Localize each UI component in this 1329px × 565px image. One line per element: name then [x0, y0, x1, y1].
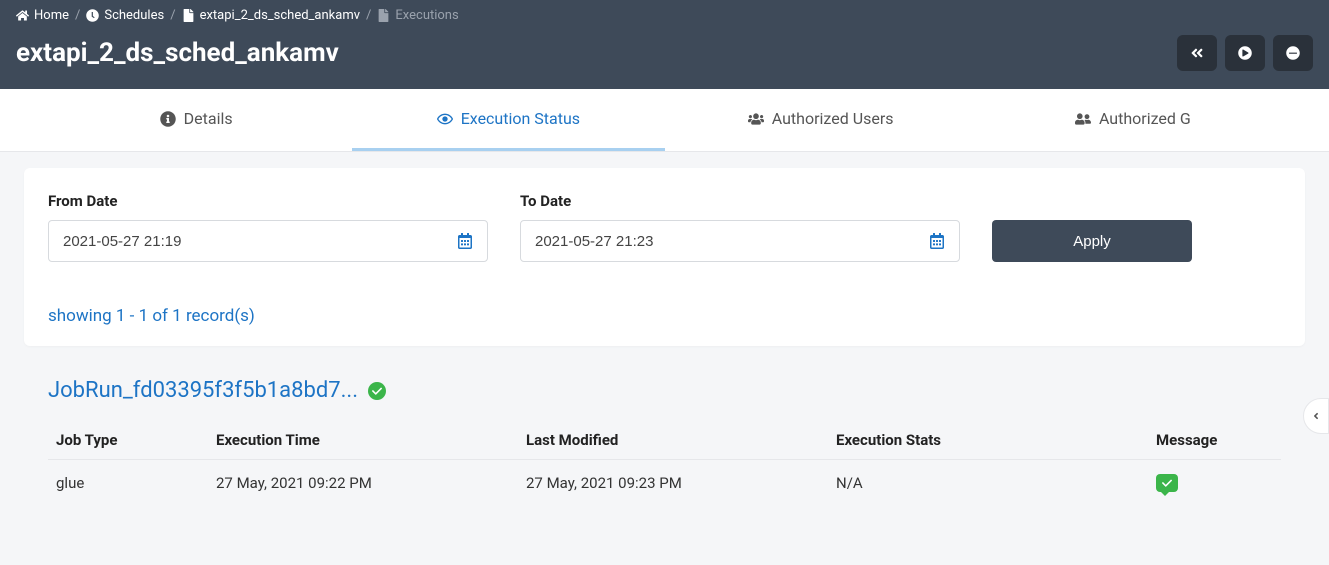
info-icon	[160, 111, 176, 127]
remove-button[interactable]	[1273, 35, 1313, 71]
table-row: glue 27 May, 2021 09:22 PM 27 May, 2021 …	[48, 460, 1281, 507]
breadcrumb-home-label: Home	[34, 8, 69, 23]
play-circle-icon	[1238, 46, 1252, 60]
to-date-input-group[interactable]	[520, 220, 960, 262]
breadcrumb-executions: Executions	[377, 8, 458, 23]
eye-icon	[437, 111, 453, 127]
job-table: Job Type Execution Time Last Modified Ex…	[48, 421, 1281, 506]
file-icon	[182, 9, 195, 22]
from-date-input[interactable]	[63, 233, 457, 250]
users-icon	[748, 111, 764, 127]
play-button[interactable]	[1225, 35, 1265, 71]
tab-authorized-groups-label: Authorized G	[1099, 109, 1191, 128]
side-toggle[interactable]	[1303, 398, 1329, 434]
calendar-icon[interactable]	[457, 233, 473, 249]
tab-authorized-groups[interactable]: Authorized G	[977, 89, 1289, 151]
from-date-input-group[interactable]	[48, 220, 488, 262]
home-icon	[16, 9, 29, 22]
filter-panel: From Date To Date Apply showing 1 - 1 of…	[24, 168, 1305, 346]
clock-icon	[86, 9, 99, 22]
tab-execution-status-label: Execution Status	[461, 109, 580, 128]
job-run-panel: JobRun_fd03395f3f5b1a8bd7... Job Type Ex…	[24, 362, 1305, 506]
col-execution-time: Execution Time	[208, 421, 518, 460]
tabs: Details Execution Status Authorized User…	[0, 89, 1329, 152]
breadcrumb-schedules-label: Schedules	[104, 8, 164, 23]
status-success-icon	[368, 382, 386, 400]
breadcrumb-home[interactable]: Home	[16, 8, 69, 23]
breadcrumb-executions-label: Executions	[395, 8, 458, 23]
cell-message	[1148, 460, 1281, 507]
cell-last-modified: 27 May, 2021 09:23 PM	[518, 460, 828, 507]
breadcrumb-schedules[interactable]: Schedules	[86, 8, 164, 23]
message-success-icon[interactable]	[1156, 474, 1178, 492]
cell-execution-time: 27 May, 2021 09:22 PM	[208, 460, 518, 507]
col-job-type: Job Type	[48, 421, 208, 460]
records-summary: showing 1 - 1 of 1 record(s)	[48, 306, 1281, 326]
to-date-input[interactable]	[535, 233, 929, 250]
from-date-label: From Date	[48, 192, 488, 210]
file-icon	[377, 9, 390, 22]
tab-details[interactable]: Details	[40, 89, 352, 151]
col-execution-stats: Execution Stats	[828, 421, 1148, 460]
tab-authorized-users[interactable]: Authorized Users	[665, 89, 977, 151]
to-date-label: To Date	[520, 192, 960, 210]
cell-job-type: glue	[48, 460, 208, 507]
col-message: Message	[1148, 421, 1281, 460]
apply-button[interactable]: Apply	[992, 220, 1192, 262]
breadcrumb-current[interactable]: extapi_2_ds_sched_ankamv	[182, 8, 360, 23]
col-last-modified: Last Modified	[518, 421, 828, 460]
groups-icon	[1075, 111, 1091, 127]
tab-details-label: Details	[184, 109, 233, 128]
chevron-double-left-icon	[1190, 46, 1204, 60]
breadcrumb: Home / Schedules / extapi_2_ds_sched_ank…	[0, 0, 1329, 31]
chevron-left-icon	[1311, 411, 1321, 421]
cell-execution-stats: N/A	[828, 460, 1148, 507]
collapse-button[interactable]	[1177, 35, 1217, 71]
calendar-icon[interactable]	[929, 233, 945, 249]
breadcrumb-current-label: extapi_2_ds_sched_ankamv	[200, 8, 360, 23]
page-title: extapi_2_ds_sched_ankamv	[16, 38, 339, 68]
tab-execution-status[interactable]: Execution Status	[352, 89, 664, 151]
tab-authorized-users-label: Authorized Users	[772, 109, 894, 128]
job-run-link[interactable]: JobRun_fd03395f3f5b1a8bd7...	[48, 378, 358, 403]
minus-circle-icon	[1286, 46, 1300, 60]
